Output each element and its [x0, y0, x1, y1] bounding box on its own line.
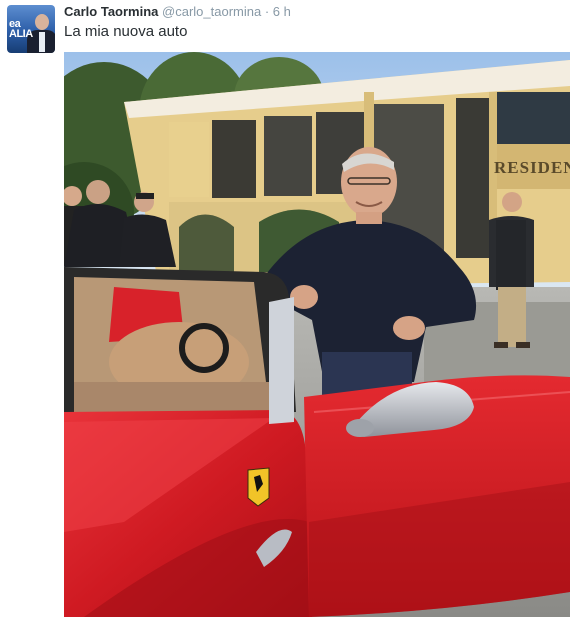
separator-dot: · [264, 4, 270, 19]
tweet-text: La mia nuova auto [64, 23, 188, 40]
tweet-header: Carlo Taormina @carlo_taormina · 6 h [64, 3, 291, 21]
avatar[interactable]: ea ALIA [7, 5, 55, 53]
tweet-timestamp[interactable]: 6 h [273, 4, 291, 19]
tweet-card: ea ALIA Carlo Taormina @carlo_taormina · … [0, 0, 579, 617]
building-sign: RESIDEN [494, 158, 570, 177]
avatar-logo-text: ea ALIA [9, 18, 33, 40]
avatar-head [35, 14, 49, 30]
avatar-shirt [39, 32, 45, 52]
tweet-photo[interactable]: RESIDEN [64, 52, 570, 617]
display-name[interactable]: Carlo Taormina [64, 4, 158, 19]
user-handle[interactable]: @carlo_taormina [162, 4, 261, 19]
